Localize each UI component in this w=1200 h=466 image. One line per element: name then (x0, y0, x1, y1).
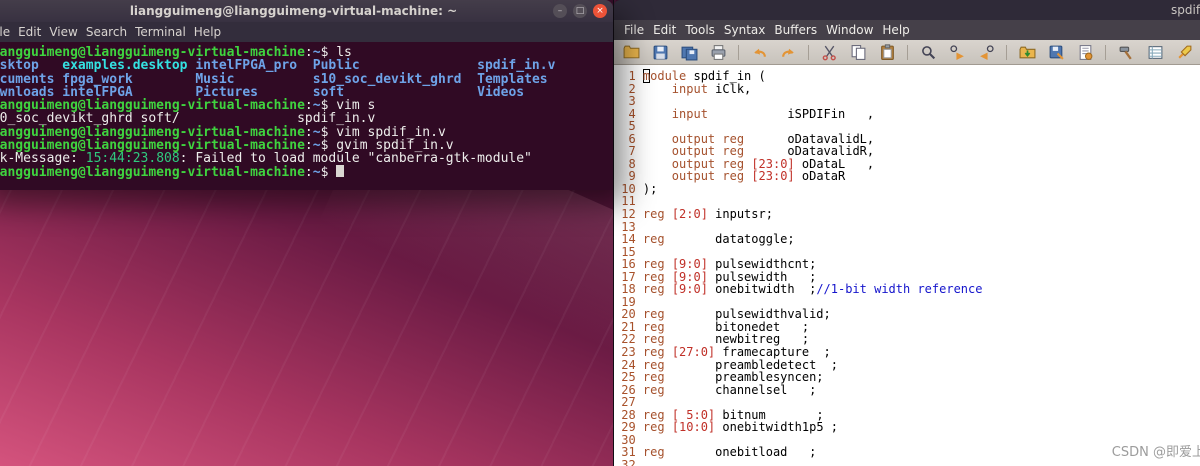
line-number: 16 (621, 257, 636, 272)
line-number: 25 (621, 370, 636, 385)
terminal-menu-help[interactable]: Help (194, 25, 221, 39)
maximize-button[interactable]: □ (573, 4, 587, 18)
line-number: 1 (628, 69, 636, 83)
gvim-menu-edit[interactable]: Edit (653, 23, 676, 37)
terminal-line: Downloads intelFPGA Pictures soft Videos (0, 84, 525, 100)
minimize-button[interactable]: – (553, 4, 567, 18)
terminal-line: Desktop examples.desktop intelFPGA_pro P… (0, 58, 556, 74)
code-line[interactable]: 12 reg [2:0] inputsr; (614, 208, 1200, 221)
line-number: 7 (628, 144, 636, 159)
open-icon[interactable] (622, 43, 640, 61)
terminal-line: liangguimeng@liangguimeng-virtual-machin… (0, 45, 352, 60)
toolbar-separator (738, 44, 739, 60)
terminal-window-buttons: – □ × (553, 4, 607, 18)
line-number: 14 (621, 232, 636, 247)
gvim-menu-tools[interactable]: Tools (685, 23, 715, 37)
save-all-icon[interactable] (680, 43, 698, 61)
gvim-menu-window[interactable]: Window (826, 23, 873, 37)
find-next-icon[interactable] (948, 43, 966, 61)
gvim-toolbar (614, 40, 1200, 65)
line-number: 18 (621, 282, 636, 297)
terminal-menu-terminal[interactable]: Terminal (135, 25, 186, 39)
line-number: 32 (621, 457, 636, 466)
line-number: 27 (621, 395, 636, 410)
redo-icon[interactable] (779, 43, 797, 61)
code-line[interactable]: 14 reg datatoggle; (614, 233, 1200, 246)
terminal-menu-view[interactable]: View (49, 25, 77, 39)
save-icon[interactable] (651, 43, 669, 61)
run-script-icon[interactable] (1076, 43, 1094, 61)
copy-icon[interactable] (849, 43, 867, 61)
terminal-line: Gtk-Message: 15:44:23.808: Failed to loa… (0, 151, 532, 167)
gvim-title: spdif (1171, 3, 1200, 17)
code-line[interactable]: 18 reg [9:0] onebitwidth ;//1-bit width r… (614, 283, 1200, 296)
code-line[interactable]: 2 input iClk, (614, 82, 1200, 96)
code-editor[interactable]: 1 module spdif_in (2 input iClk, 3 4 input … (614, 65, 1200, 466)
close-button[interactable]: × (593, 4, 607, 18)
print-icon[interactable] (709, 43, 727, 61)
terminal-menubar: File Edit View Search Terminal Help (0, 22, 613, 42)
gvim-menu-syntax[interactable]: Syntax (724, 23, 765, 37)
tag-jump-icon[interactable] (1175, 43, 1193, 61)
toolbar-separator (1105, 44, 1106, 60)
toolbar-separator (1006, 44, 1007, 60)
line-number: 29 (621, 420, 636, 435)
code-line[interactable]: 10); (614, 183, 1200, 196)
gvim-menubar: File Edit Tools Syntax Buffers Window Help (614, 20, 1200, 40)
terminal-titlebar[interactable]: liangguimeng@liangguimeng-virtual-machin… (0, 0, 613, 22)
undo-icon[interactable] (750, 43, 768, 61)
make-icon[interactable] (1117, 43, 1135, 61)
terminal-line: liangguimeng@liangguimeng-virtual-machin… (0, 124, 446, 140)
terminal-menu-search[interactable]: Search (86, 25, 127, 39)
terminal-line: liangguimeng@liangguimeng-virtual-machin… (0, 165, 613, 179)
line-number: 12 (621, 207, 636, 222)
gvim-menu-file[interactable]: File (624, 23, 644, 37)
cut-icon[interactable] (820, 43, 838, 61)
run-ctags-icon[interactable] (1146, 43, 1164, 61)
code-line[interactable]: 32 (614, 459, 1200, 466)
code-line[interactable]: 9 output reg [23:0] oDataR (614, 170, 1200, 183)
toolbar-separator (907, 44, 908, 60)
terminal-title: liangguimeng@liangguimeng-virtual-machin… (129, 4, 458, 18)
terminal-content[interactable]: liangguimeng@liangguimeng-virtual-machin… (0, 42, 613, 190)
find-replace-icon[interactable] (919, 43, 937, 61)
terminal-window: liangguimeng@liangguimeng-virtual-machin… (0, 0, 613, 190)
gvim-menu-buffers[interactable]: Buffers (774, 23, 817, 37)
save-session-icon[interactable] (1047, 43, 1065, 61)
terminal-menu-file[interactable]: File (0, 25, 10, 39)
line-number: 5 (628, 119, 636, 134)
terminal-line: liangguimeng@liangguimeng-virtual-machin… (0, 98, 376, 114)
terminal-line: s10_soc_devikt_ghrd soft/ spdif_in.v (0, 111, 376, 127)
line-number: 3 (628, 94, 636, 109)
find-prev-icon[interactable] (977, 43, 995, 61)
toolbar-separator (808, 44, 809, 60)
gvim-window: spdif File Edit Tools Syntax Buffers Window He… (613, 0, 1200, 466)
gvim-menu-help[interactable]: Help (882, 23, 909, 37)
terminal-menu-edit[interactable]: Edit (18, 25, 41, 39)
code-line[interactable]: 29 reg [10:0] onebitwidth1p5 ; (614, 421, 1200, 434)
terminal-line: Documents fpga_work Music s10_soc_devikt… (0, 71, 548, 87)
paste-icon[interactable] (878, 43, 896, 61)
code-line[interactable]: 26 reg channelsel ; (614, 383, 1200, 397)
code-line[interactable]: 4 input iSPDIFin , (614, 107, 1200, 121)
load-session-icon[interactable] (1018, 43, 1036, 61)
line-number: 23 (621, 345, 636, 360)
terminal-line: liangguimeng@liangguimeng-virtual-machin… (0, 138, 454, 154)
gvim-titlebar[interactable]: spdif (614, 0, 1200, 20)
csdn-watermark: CSDN @即爱上羊 (1111, 445, 1200, 460)
terminal-cursor (336, 165, 345, 178)
